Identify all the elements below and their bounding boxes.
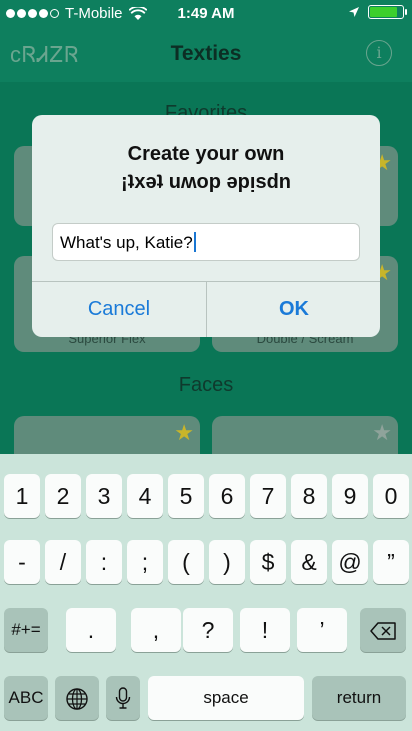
- key-colon[interactable]: :: [86, 540, 122, 584]
- key-2[interactable]: 2: [45, 474, 81, 518]
- key-close-paren[interactable]: ): [209, 540, 245, 584]
- key-3[interactable]: 3: [86, 474, 122, 518]
- key-slash[interactable]: /: [45, 540, 81, 584]
- key-4[interactable]: 4: [127, 474, 163, 518]
- globe-icon: [66, 687, 88, 710]
- alert-title: Create your own: [127, 143, 285, 165]
- key-period[interactable]: .: [66, 608, 116, 652]
- return-key[interactable]: return: [312, 676, 406, 720]
- key-comma[interactable]: ,: [131, 608, 181, 652]
- delete-key[interactable]: [360, 608, 406, 652]
- key-apostrophe[interactable]: ’: [297, 608, 347, 652]
- abc-key[interactable]: ABC: [4, 676, 48, 720]
- battery-icon: [368, 5, 407, 19]
- key-question[interactable]: ?: [183, 608, 233, 652]
- key-semicolon[interactable]: ;: [127, 540, 163, 584]
- info-icon[interactable]: i: [366, 40, 392, 66]
- key-8[interactable]: 8: [291, 474, 327, 518]
- create-text-alert: Create your own ¡ʇxǝʇ uʍop ǝpᴉsdn What's…: [32, 115, 380, 337]
- key-hyphen[interactable]: -: [4, 540, 40, 584]
- input-value: What's up, Katie?: [60, 233, 193, 252]
- location-arrow-icon: [349, 7, 359, 17]
- ok-button[interactable]: OK: [207, 282, 380, 337]
- keyboard: 1 2 3 4 5 6 7 8 9 0 - / : ; ( ) $ & @ ” …: [0, 454, 412, 731]
- key-0[interactable]: 0: [373, 474, 409, 518]
- key-6[interactable]: 6: [209, 474, 245, 518]
- symbols-toggle-key[interactable]: #+=: [4, 608, 48, 652]
- status-right: [348, 5, 407, 19]
- faces-heading: Faces: [178, 374, 234, 396]
- key-1[interactable]: 1: [4, 474, 40, 518]
- page-title: Texties: [170, 42, 242, 65]
- key-9[interactable]: 9: [332, 474, 368, 518]
- backspace-icon: [370, 621, 396, 640]
- key-exclamation[interactable]: !: [240, 608, 290, 652]
- key-open-paren[interactable]: (: [168, 540, 204, 584]
- key-7[interactable]: 7: [250, 474, 286, 518]
- globe-key[interactable]: [55, 676, 99, 720]
- battery-fill: [370, 7, 397, 17]
- text-input-field[interactable]: What's up, Katie?: [52, 223, 360, 261]
- status-bar: T-Mobile 1:49 AM: [0, 0, 412, 28]
- nav-bar: cᏒᏗᏃᏒ Texties i: [0, 28, 412, 82]
- key-dollar[interactable]: $: [250, 540, 286, 584]
- key-5[interactable]: 5: [168, 474, 204, 518]
- cancel-button[interactable]: Cancel: [32, 282, 206, 337]
- alert-message: ¡ʇxǝʇ uʍop ǝpᴉsdn: [121, 171, 291, 193]
- space-key[interactable]: space: [148, 676, 304, 720]
- star-icon[interactable]: ★: [174, 422, 194, 444]
- text-cursor: [193, 232, 196, 252]
- key-ampersand[interactable]: &: [291, 540, 327, 584]
- key-quote[interactable]: ”: [373, 540, 409, 584]
- microphone-icon: [115, 686, 131, 709]
- key-at[interactable]: @: [332, 540, 368, 584]
- star-icon[interactable]: ★: [372, 422, 392, 444]
- dictation-key[interactable]: [106, 676, 140, 720]
